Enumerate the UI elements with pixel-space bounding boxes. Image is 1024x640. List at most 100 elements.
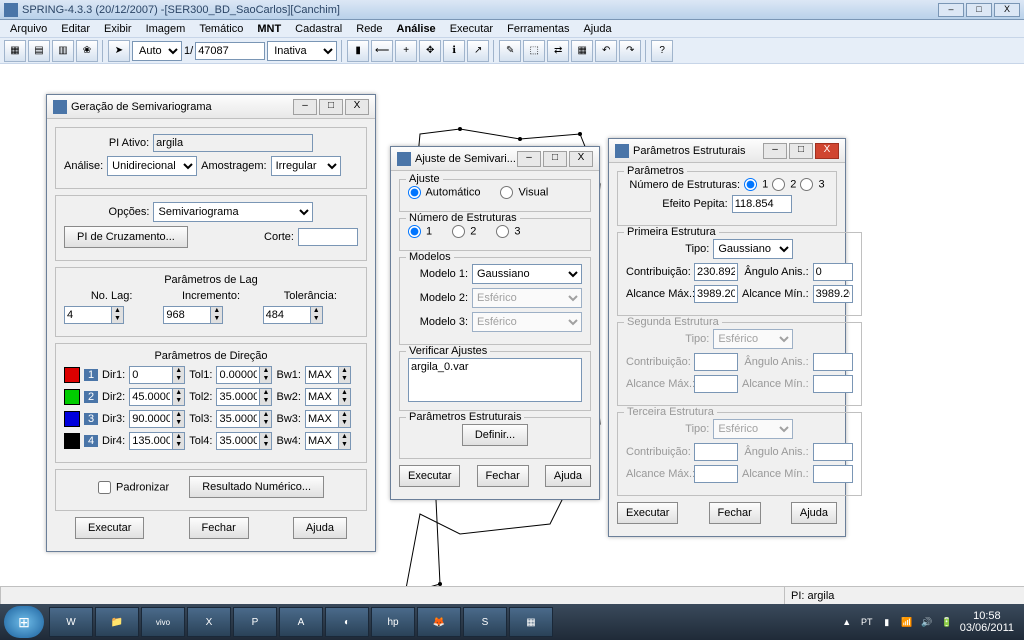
ne3[interactable]: 3 xyxy=(800,178,824,191)
tray-net-icon[interactable]: 📶 xyxy=(900,615,914,629)
menu-ajuda[interactable]: Ajuda xyxy=(577,21,617,37)
definir-button[interactable]: Definir... xyxy=(462,424,528,446)
inativa-select[interactable]: Inativa xyxy=(267,41,337,61)
task-vivo-icon[interactable]: vivo xyxy=(141,607,185,637)
dialog1-max[interactable]: □ xyxy=(319,99,343,115)
tolerancia-input[interactable] xyxy=(263,306,311,324)
dir-color[interactable] xyxy=(64,367,80,383)
menu-editar[interactable]: Editar xyxy=(55,21,96,37)
d3-executar[interactable]: Executar xyxy=(617,502,678,524)
tool-pan-icon[interactable]: ✥ xyxy=(419,40,441,62)
automatico-radio[interactable]: Automático xyxy=(408,186,480,199)
task-excel-icon[interactable]: X xyxy=(187,607,231,637)
start-button[interactable]: ⊞ xyxy=(4,606,44,638)
d3-ajuda[interactable]: Ajuda xyxy=(791,502,837,524)
dir-spin[interactable]: ▲▼ xyxy=(173,410,185,428)
tol-spin[interactable]: ▲▼ xyxy=(260,366,272,384)
dir-color[interactable] xyxy=(64,411,80,427)
contrib-input[interactable] xyxy=(694,263,738,281)
amostragem-select[interactable]: Irregular xyxy=(271,156,341,176)
tray-expand-icon[interactable]: ▲ xyxy=(840,615,854,629)
anis-input[interactable] xyxy=(813,263,853,281)
tool-redo-icon[interactable]: ↷ xyxy=(619,40,641,62)
tolerancia-spin[interactable]: ▲▼ xyxy=(311,306,323,324)
close-button[interactable]: X xyxy=(994,3,1020,17)
ne1[interactable]: 1 xyxy=(744,178,768,191)
menu-executar[interactable]: Executar xyxy=(444,21,499,37)
task-hp-icon[interactable]: hp xyxy=(371,607,415,637)
task-pdf-icon[interactable]: A xyxy=(279,607,323,637)
bw-spin[interactable]: ▲▼ xyxy=(339,366,351,384)
d2-fechar[interactable]: Fechar xyxy=(477,465,529,487)
dir-color[interactable] xyxy=(64,433,80,449)
tool-chart-icon[interactable]: ▮ xyxy=(347,40,369,62)
task-firefox-icon[interactable]: 🦊 xyxy=(417,607,461,637)
d1-fechar[interactable]: Fechar xyxy=(189,517,249,539)
tol-input[interactable] xyxy=(216,366,260,384)
verificar-list[interactable]: argila_0.var xyxy=(408,358,582,402)
d3-fechar[interactable]: Fechar xyxy=(709,502,761,524)
dir-input[interactable] xyxy=(129,410,173,428)
task-explorer-icon[interactable]: 📁 xyxy=(95,607,139,637)
ne1-radio[interactable]: 1 xyxy=(408,225,432,238)
dialog2-min[interactable]: – xyxy=(517,151,541,167)
menu-cadastral[interactable]: Cadastral xyxy=(289,21,348,37)
tol-spin[interactable]: ▲▼ xyxy=(260,388,272,406)
dialog3-min[interactable]: – xyxy=(763,143,787,159)
tool-db-icon[interactable]: ▦ xyxy=(4,40,26,62)
bw-spin[interactable]: ▲▼ xyxy=(339,432,351,450)
bw-input[interactable] xyxy=(305,366,339,384)
d1-executar[interactable]: Executar xyxy=(75,517,144,539)
tol-spin[interactable]: ▲▼ xyxy=(260,432,272,450)
tool-link-icon[interactable]: ⇄ xyxy=(547,40,569,62)
corte-input[interactable] xyxy=(298,228,358,246)
tol-input[interactable] xyxy=(216,432,260,450)
menu-ferramentas[interactable]: Ferramentas xyxy=(501,21,575,37)
dir-input[interactable] xyxy=(129,432,173,450)
tool-leaf-icon[interactable]: ❀ xyxy=(76,40,98,62)
d1-ajuda[interactable]: Ajuda xyxy=(293,517,347,539)
bw-spin[interactable]: ▲▼ xyxy=(339,388,351,406)
scale-input[interactable] xyxy=(195,42,265,60)
tool-edit-icon[interactable]: ✎ xyxy=(499,40,521,62)
dir-spin[interactable]: ▲▼ xyxy=(173,388,185,406)
alcmin-input[interactable] xyxy=(813,285,853,303)
tool-select-icon[interactable]: ⬚ xyxy=(523,40,545,62)
bw-spin[interactable]: ▲▼ xyxy=(339,410,351,428)
tool-pointer-icon[interactable]: ➤ xyxy=(108,40,130,62)
task-skype-icon[interactable]: S xyxy=(463,607,507,637)
tray-bat-icon[interactable]: 🔋 xyxy=(940,615,954,629)
opcoes-select[interactable]: Semivariograma xyxy=(153,202,313,222)
task-chrome-icon[interactable]: ◐ xyxy=(325,607,369,637)
menu-rede[interactable]: Rede xyxy=(350,21,388,37)
dir-input[interactable] xyxy=(129,366,173,384)
tipo1-select[interactable]: Gaussiano xyxy=(713,239,793,259)
nolag-input[interactable] xyxy=(64,306,112,324)
tol-input[interactable] xyxy=(216,388,260,406)
tool-table-icon[interactable]: ▦ xyxy=(571,40,593,62)
dir-input[interactable] xyxy=(129,388,173,406)
ne3-radio[interactable]: 3 xyxy=(496,225,520,238)
pi-cruzamento-button[interactable]: PI de Cruzamento... xyxy=(64,226,188,248)
menu-tematico[interactable]: Temático xyxy=(193,21,249,37)
tray-vol-icon[interactable]: 🔊 xyxy=(920,615,934,629)
d2-executar[interactable]: Executar xyxy=(399,465,460,487)
bw-input[interactable] xyxy=(305,388,339,406)
tool-undo-icon[interactable]: ↶ xyxy=(595,40,617,62)
dialog2-max[interactable]: □ xyxy=(543,151,567,167)
alcmax-input[interactable] xyxy=(694,285,738,303)
modelo1-select[interactable]: Gaussiano xyxy=(472,264,582,284)
bw-input[interactable] xyxy=(305,432,339,450)
nolag-spin[interactable]: ▲▼ xyxy=(112,306,124,324)
ne2-radio[interactable]: 2 xyxy=(452,225,476,238)
visual-radio[interactable]: Visual xyxy=(500,186,548,199)
dialog3-max[interactable]: □ xyxy=(789,143,813,159)
menu-exibir[interactable]: Exibir xyxy=(98,21,138,37)
ne2[interactable]: 2 xyxy=(772,178,796,191)
tool-zoomin-icon[interactable]: + xyxy=(395,40,417,62)
dialog3-close[interactable]: X xyxy=(815,143,839,159)
dir-color[interactable] xyxy=(64,389,80,405)
tray-flag-icon[interactable]: ▮ xyxy=(880,615,894,629)
task-word-icon[interactable]: W xyxy=(49,607,93,637)
maximize-button[interactable]: □ xyxy=(966,3,992,17)
